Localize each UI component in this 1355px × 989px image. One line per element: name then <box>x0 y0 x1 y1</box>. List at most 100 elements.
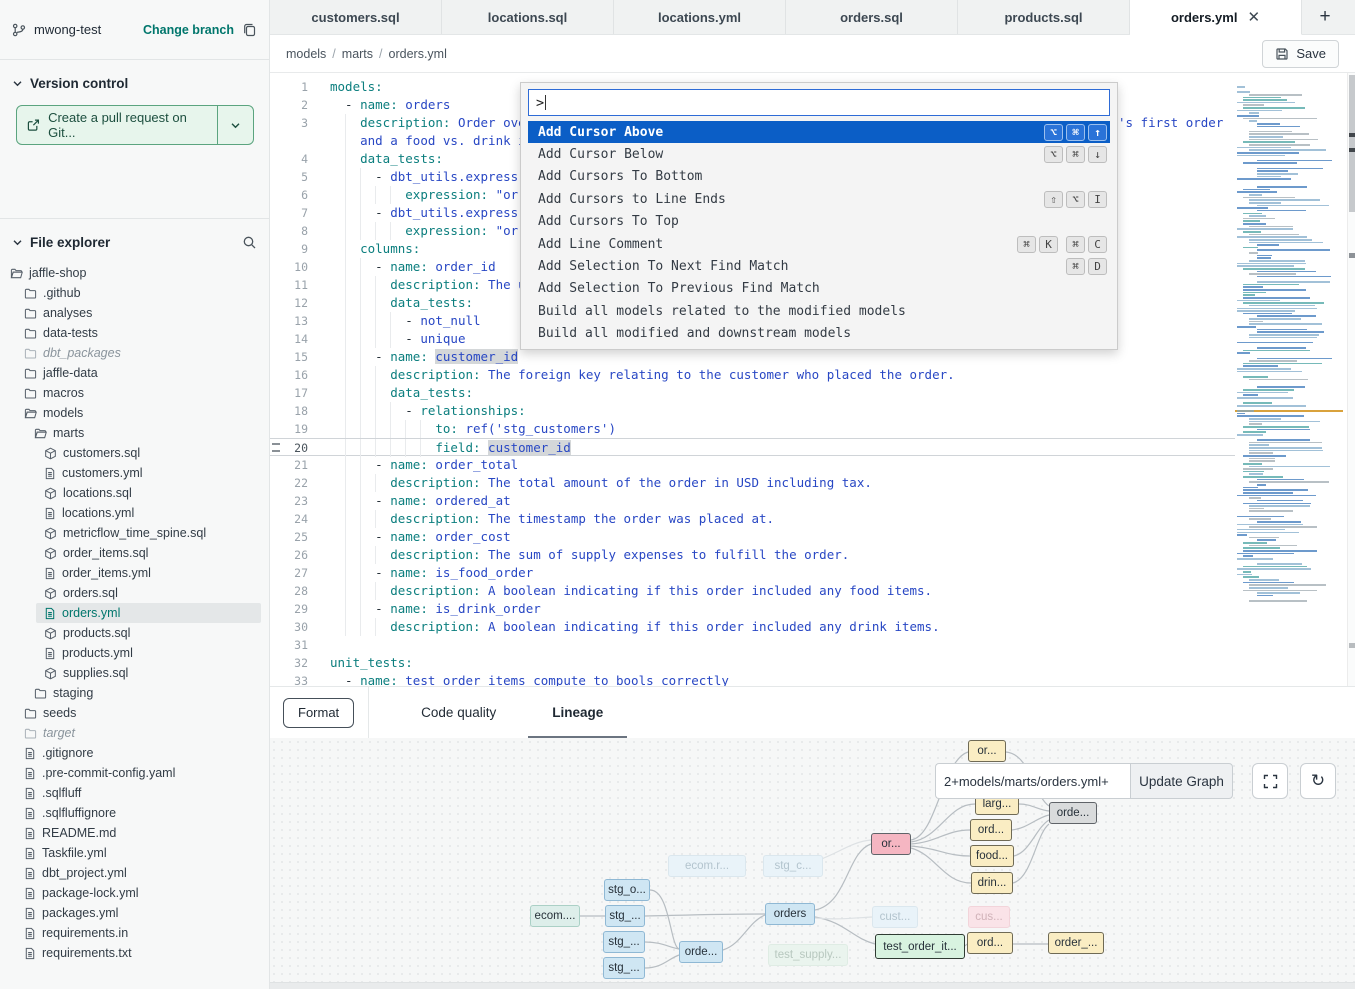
tree-item-order_items.sql[interactable]: order_items.sql <box>36 543 261 563</box>
fullscreen-button[interactable] <box>1252 763 1288 799</box>
editor-line[interactable]: 25 - name: order_cost <box>270 528 1235 546</box>
tree-item-macros[interactable]: macros <box>16 383 261 403</box>
tree-item-customers.sql[interactable]: customers.sql <box>36 443 261 463</box>
tree-item-package-lock.yml[interactable]: package-lock.yml <box>16 883 261 903</box>
lineage-node-ecomr[interactable]: ecom.r... <box>668 855 746 877</box>
lineage-node-stg_o[interactable]: stg_o... <box>604 879 650 901</box>
tree-item-.sqlfluff[interactable]: .sqlfluff <box>16 783 261 803</box>
palette-item[interactable]: Add Cursor Below⌥⌘↓ <box>528 143 1110 165</box>
tree-item-packages.yml[interactable]: packages.yml <box>16 903 261 923</box>
lineage-node-orde[interactable]: orde... <box>1049 802 1097 824</box>
palette-item[interactable]: Add Selection To Previous Find Match <box>528 278 1110 300</box>
lineage-node-food[interactable]: food... <box>970 845 1014 867</box>
lineage-node-stg_c[interactable]: stg_c... <box>763 855 823 877</box>
tree-item-customers.yml[interactable]: customers.yml <box>36 463 261 483</box>
lineage-node-stg_[interactable]: stg_... <box>603 931 645 953</box>
tree-item-supplies.sql[interactable]: supplies.sql <box>36 663 261 683</box>
editor-scrollbar[interactable] <box>1347 73 1355 686</box>
tree-item-metricflow_time_spine.sql[interactable]: metricflow_time_spine.sql <box>36 523 261 543</box>
tree-item-locations.yml[interactable]: locations.yml <box>36 503 261 523</box>
tree-item-requirements.in[interactable]: requirements.in <box>16 923 261 943</box>
tree-item-orders.yml[interactable]: orders.yml <box>36 603 261 623</box>
palette-item[interactable]: Add Cursors To Bottom <box>528 166 1110 188</box>
file-explorer-header[interactable]: File explorer <box>0 219 269 260</box>
palette-item[interactable]: Build all models related to the modified… <box>528 300 1110 322</box>
copy-icon[interactable] <box>242 22 257 37</box>
palette-item[interactable]: Build all modified and downstream models <box>528 323 1110 345</box>
tree-item-products.yml[interactable]: products.yml <box>36 643 261 663</box>
tree-item-dbt_packages[interactable]: dbt_packages <box>16 343 261 363</box>
tree-item-analyses[interactable]: analyses <box>16 303 261 323</box>
lineage-node-cust[interactable]: cust... <box>872 906 918 928</box>
palette-item[interactable]: Add Line Comment⌘K⌘C <box>528 233 1110 255</box>
tree-item-models[interactable]: models <box>16 403 261 423</box>
tab-products.sql[interactable]: products.sql <box>958 0 1130 34</box>
lineage-filter-input[interactable] <box>935 763 1130 799</box>
lineage-node-ord[interactable]: ord... <box>967 932 1013 954</box>
palette-item[interactable]: Add Cursors to Line Ends⇧⌥I <box>528 188 1110 210</box>
lineage-node-order_[interactable]: order_... <box>1048 932 1104 954</box>
tab-orders.yml[interactable]: orders.yml✕ <box>1130 0 1302 35</box>
bottom-tab-lineage[interactable]: Lineage <box>546 687 609 739</box>
new-tab-button[interactable]: + <box>1302 0 1348 34</box>
lineage-node-test_supply[interactable]: test_supply... <box>768 944 848 966</box>
breadcrumb-item[interactable]: models <box>286 47 326 61</box>
close-icon[interactable]: ✕ <box>1247 10 1260 25</box>
tree-item-requirements.txt[interactable]: requirements.txt <box>16 943 261 963</box>
command-palette-input[interactable]: > <box>528 89 1110 116</box>
editor-line[interactable]: 24 description: The timestamp the order … <box>270 510 1235 528</box>
lineage-node-stg_[interactable]: stg_... <box>603 957 645 979</box>
create-pr-button[interactable]: Create a pull request on Git... <box>16 105 254 145</box>
version-control-header[interactable]: Version control <box>0 60 269 101</box>
format-button[interactable]: Format <box>283 698 354 728</box>
tree-item-Taskfile.yml[interactable]: Taskfile.yml <box>16 843 261 863</box>
tree-item-target[interactable]: target <box>16 723 261 743</box>
lineage-node-drin[interactable]: drin... <box>971 872 1013 894</box>
refresh-button[interactable]: ↻ <box>1300 763 1336 799</box>
editor-line[interactable]: 23 - name: ordered_at <box>270 492 1235 510</box>
lineage-node-orde[interactable]: orde... <box>679 941 723 963</box>
tree-item-README.md[interactable]: README.md <box>16 823 261 843</box>
editor-line[interactable]: 28 description: A boolean indicating if … <box>270 582 1235 600</box>
save-button[interactable]: Save <box>1262 40 1339 68</box>
tree-item-orders.sql[interactable]: orders.sql <box>36 583 261 603</box>
tree-item-marts[interactable]: marts <box>26 423 261 443</box>
tree-item-.github[interactable]: .github <box>16 283 261 303</box>
tree-item-locations.sql[interactable]: locations.sql <box>36 483 261 503</box>
scrollbar-thumb[interactable] <box>1349 75 1355 212</box>
bottom-tab-code-quality[interactable]: Code quality <box>415 687 502 739</box>
lineage-node-or[interactable]: or... <box>968 740 1006 762</box>
tab-locations.yml[interactable]: locations.yml <box>614 0 786 34</box>
editor-line[interactable]: 29 - name: is_drink_order <box>270 600 1235 618</box>
tree-item-order_items.yml[interactable]: order_items.yml <box>36 563 261 583</box>
editor-line[interactable]: 33 - name: test_order_items_compute_to_b… <box>270 672 1235 686</box>
lineage-node-test_order_it[interactable]: test_order_it... <box>875 934 965 959</box>
code-editor[interactable]: 1models:2 - name: orders3 description: O… <box>270 73 1355 686</box>
editor-line[interactable]: 15 - name: customer_id <box>270 348 1235 366</box>
editor-line[interactable]: 27 - name: is_food_order <box>270 564 1235 582</box>
tree-item-data-tests[interactable]: data-tests <box>16 323 261 343</box>
editor-line[interactable]: 22 description: The total amount of the … <box>270 474 1235 492</box>
tree-item-dbt_project.yml[interactable]: dbt_project.yml <box>16 863 261 883</box>
lineage-panel[interactable]: ecom....stg_o...stg_...stg_...stg_...ord… <box>270 738 1355 982</box>
palette-item[interactable]: Add Cursor Above⌥⌘↑ <box>528 121 1110 143</box>
editor-line[interactable]: 20 field: customer_id <box>270 438 1235 456</box>
minimap[interactable] <box>1235 85 1347 670</box>
editor-line[interactable]: 31 <box>270 636 1235 654</box>
editor-line[interactable]: 32unit_tests: <box>270 654 1235 672</box>
tree-item-.pre-commit-config.yaml[interactable]: .pre-commit-config.yaml <box>16 763 261 783</box>
tree-item-jaffle-data[interactable]: jaffle-data <box>16 363 261 383</box>
editor-line[interactable]: 17 data_tests: <box>270 384 1235 402</box>
update-graph-button[interactable]: Update Graph <box>1130 763 1233 799</box>
tab-orders.sql[interactable]: orders.sql <box>786 0 958 34</box>
lineage-node-stg_[interactable]: stg_... <box>605 905 645 927</box>
breadcrumb-item[interactable]: orders.yml <box>389 47 447 61</box>
editor-line[interactable]: 19 to: ref('stg_customers') <box>270 420 1235 438</box>
tree-item-products.sql[interactable]: products.sql <box>36 623 261 643</box>
palette-item[interactable]: Add Cursors To Top <box>528 211 1110 233</box>
tree-item-seeds[interactable]: seeds <box>16 703 261 723</box>
editor-line[interactable]: 16 description: The foreign key relating… <box>270 366 1235 384</box>
editor-line[interactable]: 26 description: The sum of supply expens… <box>270 546 1235 564</box>
lineage-node-cus[interactable]: cus... <box>968 906 1010 928</box>
lineage-node-orders[interactable]: orders <box>765 903 815 925</box>
